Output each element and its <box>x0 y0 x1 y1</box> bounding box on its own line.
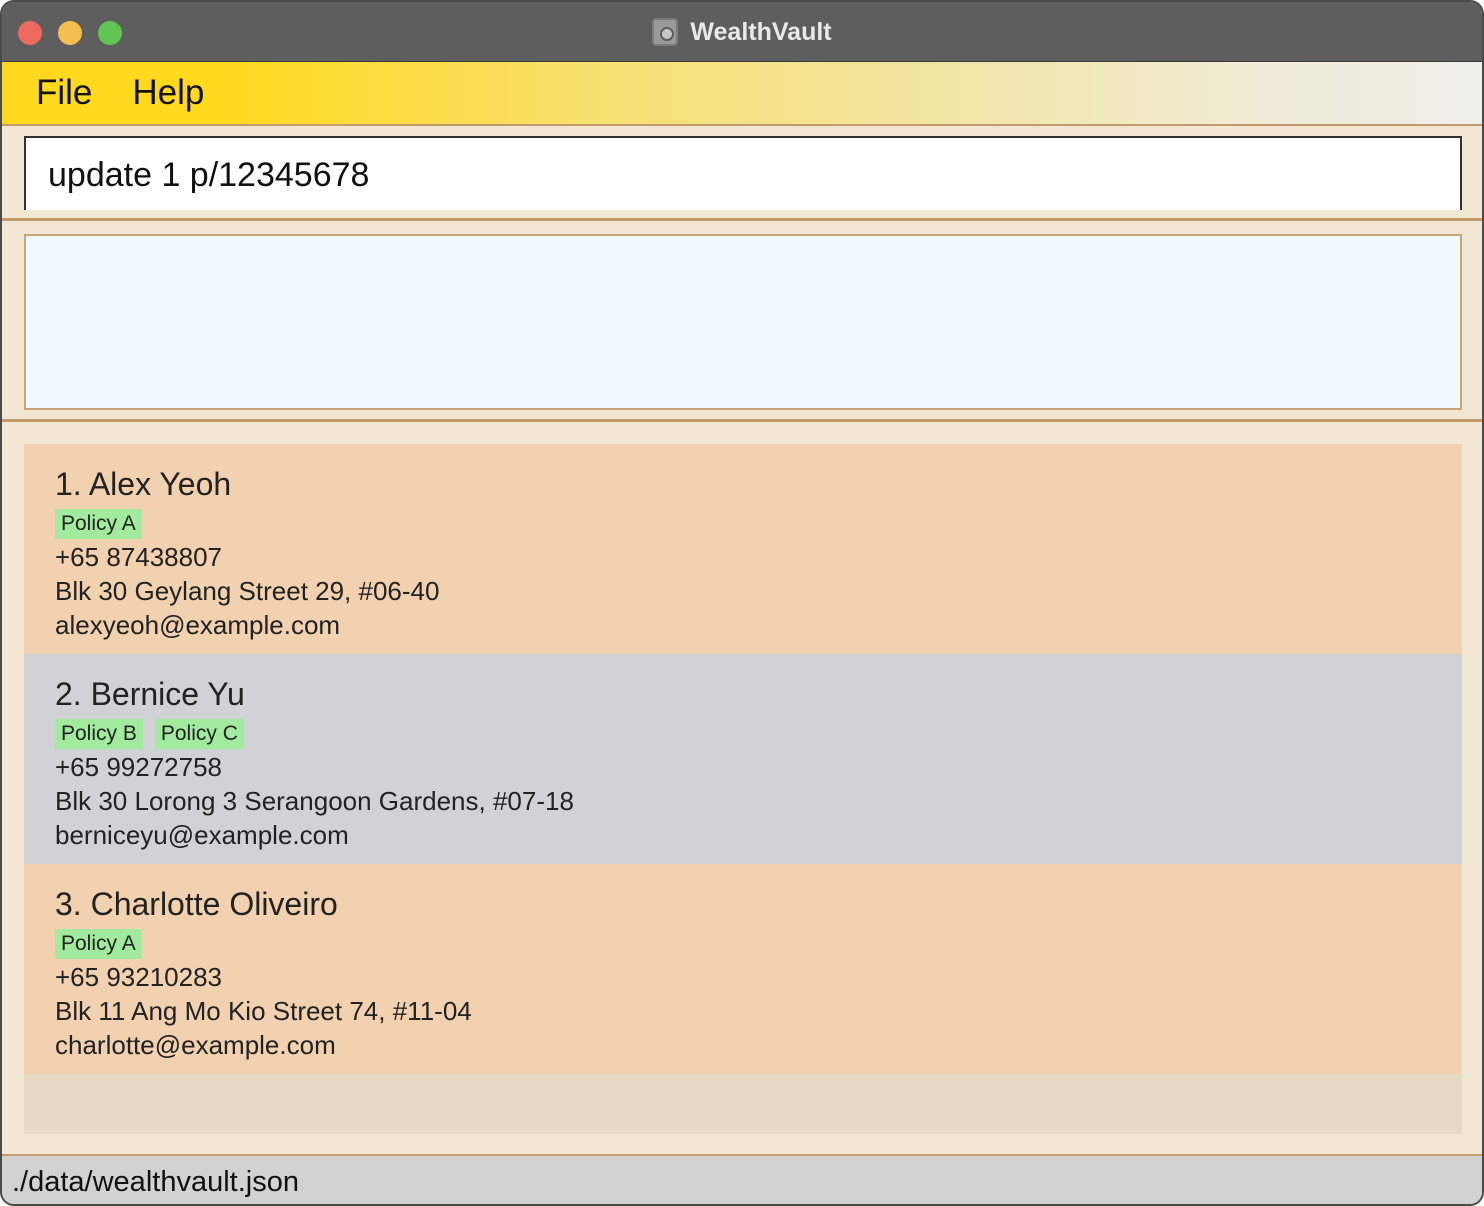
person-card[interactable]: 3. Charlotte Oliveiro Policy A +65 93210… <box>24 864 1462 1074</box>
person-card[interactable]: 1. Alex Yeoh Policy A +65 87438807 Blk 3… <box>24 444 1462 654</box>
tag-list: Policy A <box>55 508 1462 540</box>
person-address: Blk 30 Geylang Street 29, #06-40 <box>55 576 440 606</box>
divider <box>2 218 1482 221</box>
command-input[interactable] <box>26 138 1460 210</box>
command-box <box>24 136 1462 210</box>
policy-tag: Policy C <box>154 719 244 749</box>
person-phone: +65 87438807 <box>55 542 223 572</box>
person-name: 2. Bernice Yu <box>55 676 245 712</box>
policy-tag: Policy B <box>55 719 143 749</box>
person-card[interactable]: 2. Bernice Yu Policy B Policy C +65 9927… <box>24 654 1462 864</box>
menu-file[interactable]: File <box>2 73 98 113</box>
person-email: berniceyu@example.com <box>55 820 349 850</box>
person-phone: +65 93210283 <box>55 962 223 992</box>
status-bar-file-path: ./data/wealthvault.json <box>2 1154 1482 1204</box>
person-email: alexyeoh@example.com <box>55 610 341 640</box>
person-name: 3. Charlotte Oliveiro <box>55 886 338 922</box>
person-list[interactable]: 1. Alex Yeoh Policy A +65 87438807 Blk 3… <box>24 444 1462 1134</box>
menu-bar: File Help <box>2 62 1482 126</box>
policy-tag: Policy A <box>55 929 142 959</box>
policy-tag: Policy A <box>55 509 142 539</box>
vault-icon <box>652 18 679 46</box>
person-address: Blk 11 Ang Mo Kio Street 74, #11-04 <box>55 996 472 1026</box>
tag-list: Policy B Policy C <box>55 718 1462 750</box>
window-title: WealthVault <box>690 17 832 46</box>
title-bar: WealthVault <box>2 2 1482 62</box>
app-window: WealthVault File Help 1. Alex Yeoh Polic… <box>0 0 1484 1206</box>
result-display <box>24 234 1462 410</box>
person-name: 1. Alex Yeoh <box>55 466 232 502</box>
person-phone: +65 99272758 <box>55 752 223 782</box>
tag-list: Policy A <box>55 928 1462 960</box>
person-address: Blk 30 Lorong 3 Serangoon Gardens, #07-1… <box>55 786 574 816</box>
divider <box>2 419 1482 422</box>
person-email: charlotte@example.com <box>55 1030 336 1060</box>
menu-help[interactable]: Help <box>98 73 210 113</box>
